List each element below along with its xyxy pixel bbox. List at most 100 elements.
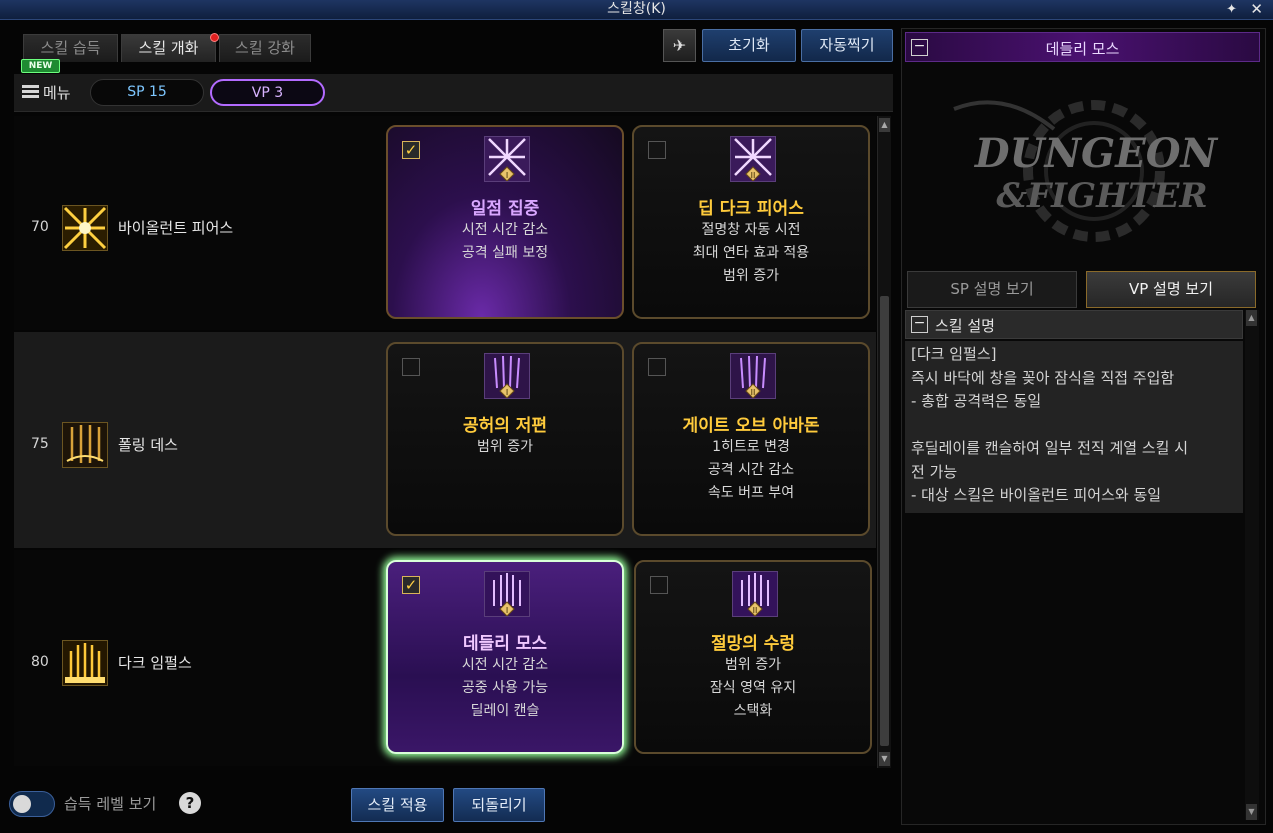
skill-name: 다크 임펄스 — [118, 654, 192, 672]
svg-text:II: II — [753, 606, 758, 615]
skill-level: 75 — [31, 436, 49, 452]
help-icon[interactable]: ? — [179, 792, 201, 814]
window-titlebar: 스킬창(K) ✦ ✕ — [0, 0, 1273, 20]
svg-text:&FIGHTER: &FIGHTER — [996, 176, 1207, 216]
detail-header: − 데들리 모스 — [905, 32, 1260, 62]
tab-skill-bloom[interactable]: 스킬 개화 — [121, 33, 219, 62]
option-title: 일점 집중 — [470, 199, 540, 219]
wing-icon[interactable]: ✈ — [663, 29, 696, 62]
option-desc-line: 범위 증가 — [477, 439, 533, 455]
revert-button[interactable]: 되돌리기 — [453, 788, 545, 822]
option-checkbox[interactable] — [648, 358, 666, 376]
vp-description-tab[interactable]: VP 설명 보기 — [1086, 271, 1256, 308]
scroll-down-arrow-icon[interactable]: ▼ — [1246, 804, 1257, 820]
level-view-toggle[interactable] — [9, 791, 55, 817]
auto-assign-button[interactable]: 자동찍기 — [801, 29, 893, 62]
skill-description-body: [다크 임펄스] 즉시 바닥에 창을 꽂아 잠식을 직접 주입함 - 총합 공격… — [905, 341, 1243, 513]
tab-skill-learn-label: 스킬 습득 — [40, 39, 101, 57]
reset-button[interactable]: 초기화 — [702, 29, 796, 62]
tier-two-purple-burst-icon: II — [730, 136, 776, 182]
description-line: - 총합 공격력은 동일 — [911, 392, 1042, 410]
scroll-down-arrow-icon[interactable]: ▼ — [879, 752, 890, 766]
svg-text:I: I — [506, 606, 508, 615]
vp-counter: VP 3 — [210, 79, 325, 106]
description-line: 후딜레이를 캔슬하여 일부 전직 계열 스킬 시 — [911, 439, 1189, 457]
skill-detail-panel: − 데들리 모스 DUNGEON &FIGHTER SP 설명 보기 VP 설명… — [901, 28, 1266, 825]
tab-skill-learn[interactable]: 스킬 습득 — [23, 34, 118, 62]
falling-death-skill-icon — [62, 422, 108, 468]
option-checkbox[interactable] — [650, 576, 668, 594]
svg-text:DUNGEON: DUNGEON — [974, 130, 1219, 177]
close-icon[interactable]: ✕ — [1250, 0, 1263, 19]
skill-name: 바이올런트 피어스 — [118, 219, 234, 237]
pin-icon[interactable]: ✦ — [1226, 0, 1237, 19]
apply-skill-button[interactable]: 스킬 적용 — [351, 788, 444, 822]
option-desc-line: 공격 실패 보정 — [461, 245, 549, 261]
skill-row: 80 다크 임펄스 ✓ I 데들리 모스 시전 시간 감소 공중 사용 가능 딜… — [14, 550, 876, 766]
svg-text:II: II — [751, 388, 756, 397]
skill-description-header: − 스킬 설명 — [905, 310, 1243, 339]
skill-option-card[interactable]: II 절망의 수렁 범위 증가 잠식 영역 유지 스택화 — [634, 560, 872, 754]
skill-level: 80 — [31, 654, 49, 670]
skill-option-card[interactable]: I 공허의 저편 범위 증가 — [386, 342, 624, 536]
description-line: 전 가능 — [911, 462, 958, 481]
skill-row: 70 바이올런트 피어스 ✓ I 일점 집중 시전 시간 감소 공격 실패 보정… — [14, 116, 876, 330]
detail-title: 데들리 모스 — [1045, 40, 1120, 58]
option-desc-line: 공중 사용 가능 — [461, 680, 549, 696]
skill-description-title: 스킬 설명 — [935, 317, 995, 335]
menu-icon[interactable] — [22, 85, 39, 99]
description-scrollbar[interactable]: ▲ ▼ — [1245, 310, 1259, 820]
option-title: 딥 다크 피어스 — [698, 199, 804, 219]
option-checkbox[interactable] — [402, 358, 420, 376]
skill-list-scrollbar[interactable]: ▲ ▼ — [877, 116, 891, 768]
skill-option-card[interactable]: ✓ I 일점 집중 시전 시간 감소 공격 실패 보정 — [386, 125, 624, 319]
tab-skill-enhance[interactable]: 스킬 강화 — [219, 34, 311, 62]
description-line: - 대상 스킬은 바이올런트 피어스와 동일 — [911, 486, 1162, 504]
scroll-thumb[interactable] — [880, 296, 889, 746]
window-title: 스킬창(K) — [607, 1, 666, 17]
option-desc-line: 잠식 영역 유지 — [709, 680, 797, 696]
scroll-up-arrow-icon[interactable]: ▲ — [879, 118, 890, 132]
description-line: 즉시 바닥에 창을 꽂아 잠식을 직접 주입함 — [911, 368, 1175, 387]
scroll-up-arrow-icon[interactable]: ▲ — [1246, 310, 1257, 326]
skill-row: 75 폴링 데스 I 공허의 저편 범위 증가 II 게이트 오브 아바돈 1히… — [14, 332, 876, 548]
skill-option-card[interactable]: II 딥 다크 피어스 절명창 자동 시전 최대 연타 효과 적용 범위 증가 — [632, 125, 870, 319]
dark-impulse-skill-icon — [62, 640, 108, 686]
sp-description-tab[interactable]: SP 설명 보기 — [907, 271, 1077, 308]
skill-option-card[interactable]: ✓ I 데들리 모스 시전 시간 감소 공중 사용 가능 딜레이 캔슬 — [386, 560, 624, 754]
violent-pierce-skill-icon — [62, 205, 108, 251]
tab-skill-bloom-label: 스킬 개화 — [138, 39, 199, 57]
option-checkbox[interactable]: ✓ — [402, 141, 420, 159]
tier-one-purple-pillars-icon: I — [484, 571, 530, 617]
option-desc-line: 1히트로 변경 — [712, 439, 790, 455]
option-desc-line: 범위 증가 — [725, 657, 781, 673]
menu-label[interactable]: 메뉴 — [43, 82, 71, 103]
option-checkbox[interactable] — [648, 141, 666, 159]
menu-bar: 메뉴 SP 15 VP 3 — [14, 74, 893, 112]
option-desc-line: 범위 증가 — [723, 268, 779, 284]
option-desc-line: 딜레이 캔슬 — [470, 703, 540, 719]
option-desc-line: 스택화 — [733, 703, 773, 719]
skill-name: 폴링 데스 — [118, 436, 178, 454]
level-view-label: 습득 레벨 보기 — [64, 795, 157, 813]
svg-text:I: I — [506, 388, 508, 397]
option-title: 데들리 모스 — [462, 634, 548, 654]
option-desc-line: 시전 시간 감소 — [461, 222, 549, 238]
svg-text:II: II — [751, 171, 756, 180]
tier-two-purple-pillars-icon: II — [732, 571, 778, 617]
option-title: 절망의 수렁 — [710, 634, 796, 654]
skill-level: 70 — [31, 219, 49, 235]
tab-skill-enhance-label: 스킬 강화 — [235, 39, 295, 57]
option-title: 공허의 저편 — [462, 416, 548, 436]
collapse-icon[interactable]: − — [911, 316, 928, 333]
skill-option-card[interactable]: II 게이트 오브 아바돈 1히트로 변경 공격 시간 감소 속도 버프 부여 — [632, 342, 870, 536]
notification-dot — [210, 33, 219, 42]
new-badge: NEW — [21, 59, 60, 73]
description-line — [911, 414, 1237, 438]
dungeon-fighter-logo: DUNGEON &FIGHTER — [944, 89, 1229, 249]
option-checkbox[interactable]: ✓ — [402, 576, 420, 594]
svg-text:I: I — [506, 171, 508, 180]
option-desc-line: 속도 버프 부여 — [707, 485, 795, 501]
option-desc-line: 시전 시간 감소 — [461, 657, 549, 673]
option-title: 게이트 오브 아바돈 — [682, 416, 820, 436]
